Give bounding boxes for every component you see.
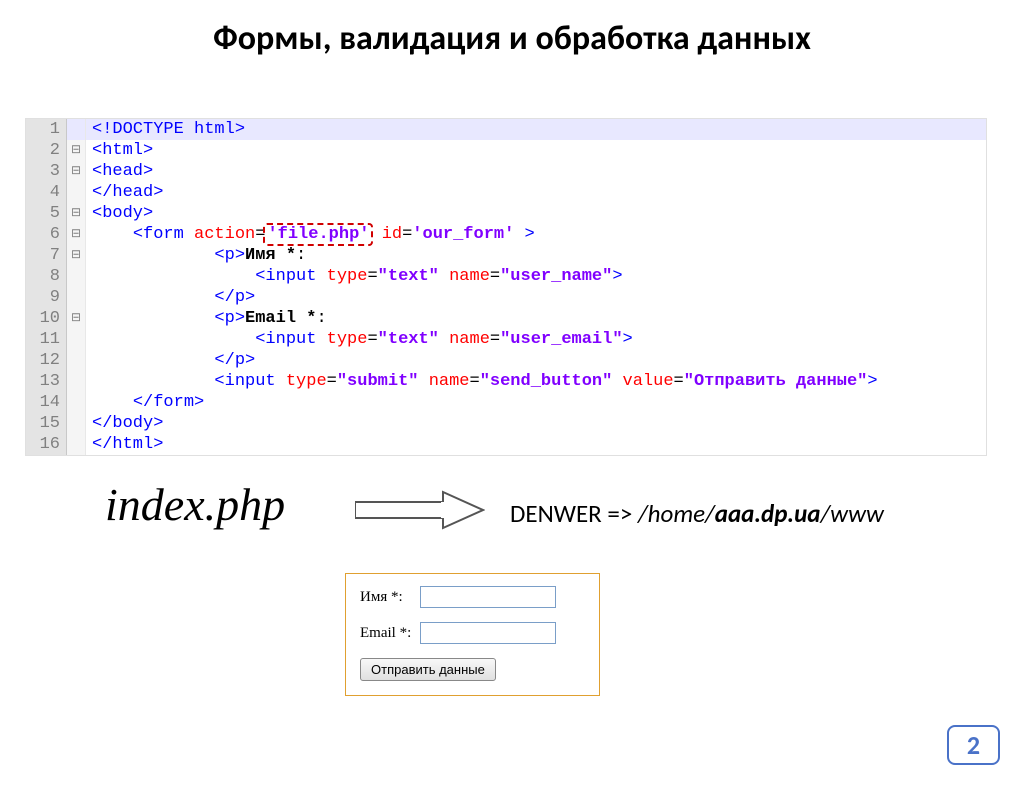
- fold-icon: [67, 329, 86, 350]
- filename-label: index.php: [105, 478, 285, 531]
- code-content: <input type="text" name="user_name">: [86, 266, 986, 287]
- code-line: 12 </p>: [26, 350, 986, 371]
- code-line: 15 </body>: [26, 413, 986, 434]
- code-content: <p>Имя *:: [86, 245, 986, 266]
- name-input[interactable]: [420, 586, 556, 608]
- arrow-icon: [355, 488, 485, 532]
- fold-icon: [67, 434, 86, 455]
- code-content: <p>Email *:: [86, 308, 986, 329]
- line-number: 12: [26, 350, 67, 371]
- code-line: 8 <input type="text" name="user_name">: [26, 266, 986, 287]
- code-line: 16 </html>: [26, 434, 986, 455]
- line-number: 11: [26, 329, 67, 350]
- line-number: 8: [26, 266, 67, 287]
- code-line: 3⊟<head>: [26, 161, 986, 182]
- path-pre: /home/: [638, 498, 715, 529]
- line-number: 2: [26, 140, 67, 161]
- code-content: </p>: [86, 287, 986, 308]
- fold-icon: [67, 413, 86, 434]
- fold-icon[interactable]: ⊟: [67, 161, 86, 182]
- submit-button[interactable]: Отправить данные: [360, 658, 496, 681]
- line-number: 3: [26, 161, 67, 182]
- code-line: 9 </p>: [26, 287, 986, 308]
- name-label: Имя *:: [360, 589, 420, 606]
- code-line: 14 </form>: [26, 392, 986, 413]
- code-line: 1 <!DOCTYPE html>: [26, 119, 986, 140]
- code-line: 10⊟ <p>Email *:: [26, 308, 986, 329]
- path-post: /www: [820, 498, 883, 529]
- code-content: </form>: [86, 392, 986, 413]
- line-number: 7: [26, 245, 67, 266]
- code-content: </p>: [86, 350, 986, 371]
- code-line: 6⊟ <form action='file.php' id='our_form'…: [26, 224, 986, 245]
- fold-icon: [67, 287, 86, 308]
- line-number: 1: [26, 119, 67, 140]
- fold-icon[interactable]: ⊟: [67, 308, 86, 329]
- code-line: 2⊟<html>: [26, 140, 986, 161]
- fold-icon[interactable]: ⊟: [67, 203, 86, 224]
- code-content: <!DOCTYPE html>: [86, 119, 986, 140]
- code-content: <input type="text" name="user_email">: [86, 329, 986, 350]
- line-number: 4: [26, 182, 67, 203]
- line-number: 5: [26, 203, 67, 224]
- highlighted-value: 'file.php': [263, 223, 373, 246]
- code-line: 13 <input type="submit" name="send_butto…: [26, 371, 986, 392]
- fold-icon: [67, 392, 86, 413]
- fold-icon[interactable]: ⊟: [67, 224, 86, 245]
- form-preview: Имя *: Email *: Отправить данные: [345, 573, 600, 696]
- line-number: 14: [26, 392, 67, 413]
- code-content: </head>: [86, 182, 986, 203]
- fold-icon: [67, 371, 86, 392]
- fold-icon: [67, 266, 86, 287]
- code-editor: 1<!DOCTYPE html>2⊟<html>3⊟<head>4</head>…: [25, 118, 987, 456]
- code-line: 11 <input type="text" name="user_email">: [26, 329, 986, 350]
- fold-icon: [67, 182, 86, 203]
- fold-icon: [67, 350, 86, 371]
- fold-icon: [67, 119, 86, 140]
- fold-icon[interactable]: ⊟: [67, 140, 86, 161]
- email-input[interactable]: [420, 622, 556, 644]
- path-prefix: DENWER =>: [510, 498, 638, 529]
- email-label: Email *:: [360, 625, 420, 642]
- slide-title: Формы, валидация и обработка данных: [0, 18, 1024, 59]
- code-content: <html>: [86, 140, 986, 161]
- code-line: 4 </head>: [26, 182, 986, 203]
- line-number: 16: [26, 434, 67, 455]
- code-content: <input type="submit" name="send_button" …: [86, 371, 986, 392]
- code-line: 7⊟ <p>Имя *:: [26, 245, 986, 266]
- fold-icon[interactable]: ⊟: [67, 245, 86, 266]
- code-line: 5⊟<body>: [26, 203, 986, 224]
- code-content: </html>: [86, 434, 986, 455]
- line-number: 15: [26, 413, 67, 434]
- line-number: 13: [26, 371, 67, 392]
- line-number: 9: [26, 287, 67, 308]
- line-number: 6: [26, 224, 67, 245]
- code-content: </body>: [86, 413, 986, 434]
- code-content: <head>: [86, 161, 986, 182]
- line-number: 10: [26, 308, 67, 329]
- code-content: <form action='file.php' id='our_form' >: [86, 224, 986, 245]
- deploy-path: DENWER => /home/aaa.dp.ua/www: [510, 498, 884, 529]
- path-domain: aaa.dp.ua: [715, 498, 821, 529]
- code-content: <body>: [86, 203, 986, 224]
- page-number-badge: 2: [947, 725, 1000, 765]
